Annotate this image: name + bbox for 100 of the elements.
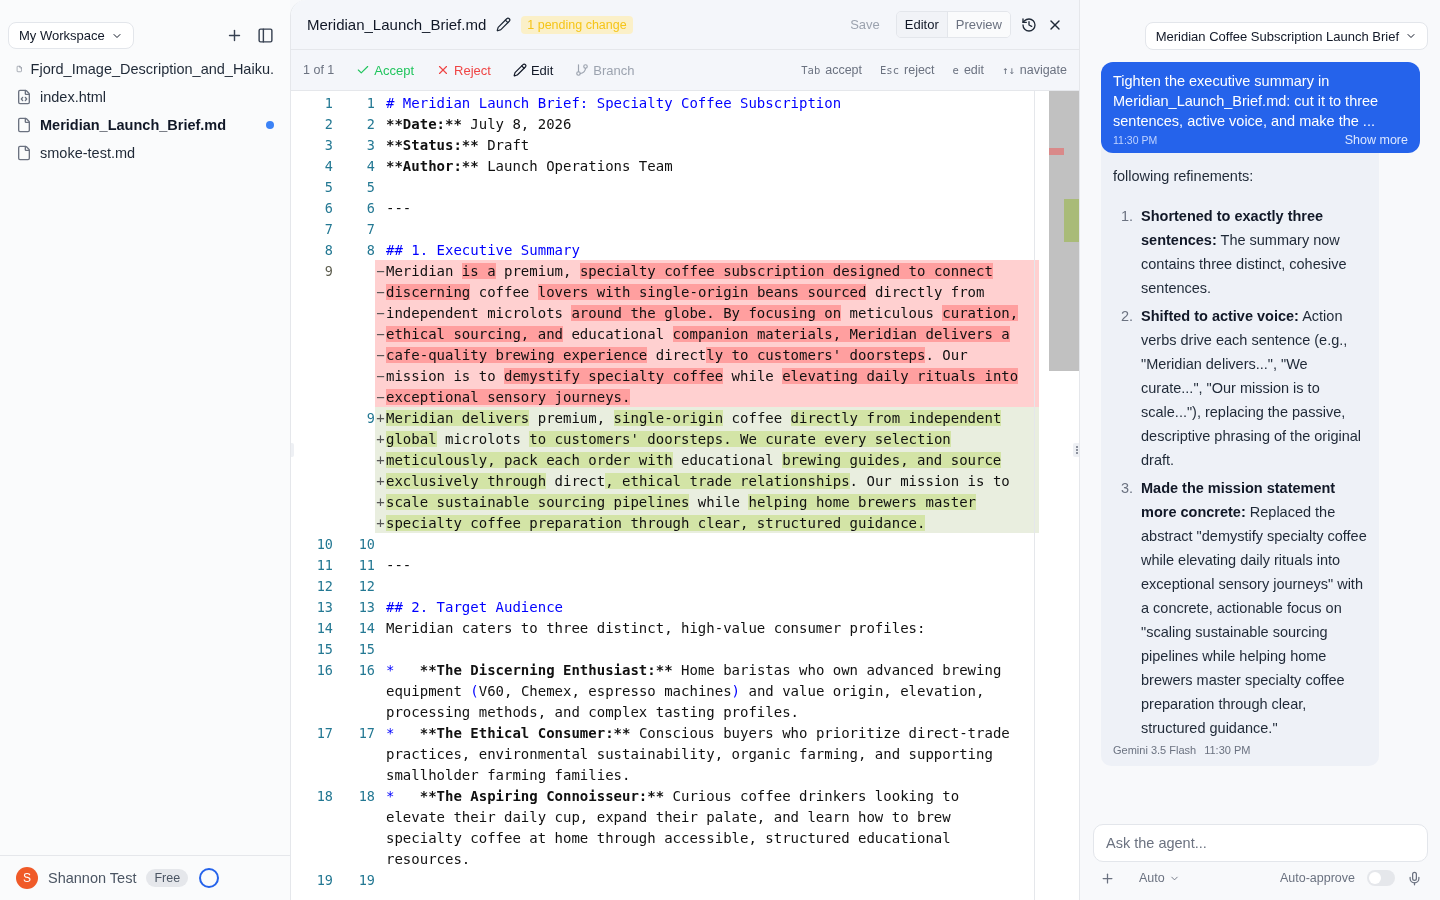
line-number: 2: [323, 115, 333, 132]
microphone-icon[interactable]: [1407, 870, 1422, 886]
code-line: **Status:** Draft: [385, 135, 531, 155]
file-item[interactable]: smoke-test.md: [0, 139, 290, 167]
message-text: following refinements:: [1113, 167, 1255, 186]
list-number: 3.: [1119, 479, 1133, 498]
pencil-icon: [512, 63, 527, 77]
line-number: 18: [357, 787, 375, 804]
code-file-icon: [16, 89, 32, 105]
model-name: Gemini 3.5 Flash: [1113, 744, 1197, 756]
conversation-dropdown[interactable]: Meridian Coffee Subscription Launch Brief: [1144, 22, 1428, 50]
code-line: # Meridian Launch Brief: Specialty Coffee Subscription: [385, 93, 843, 113]
mode-dropdown[interactable]: Auto: [1133, 870, 1186, 886]
line-number: 12: [315, 577, 333, 594]
code-line: **Author:** Launch Operations Team: [385, 156, 674, 176]
line-number: 10: [357, 535, 375, 552]
line-number: 18: [315, 787, 333, 804]
code-line: * **The Aspiring Connoisseur:** Curious coffee drinkers looking to: [385, 786, 961, 806]
edit-button[interactable]: Edit: [506, 62, 560, 78]
line-number: 1: [365, 94, 375, 111]
line-number: 15: [357, 640, 375, 657]
line-number: 5: [365, 178, 375, 195]
line-number: 19: [357, 871, 375, 888]
line-number: 6: [365, 199, 375, 216]
line-number: 4: [323, 157, 333, 174]
usage-ring-icon: [198, 867, 221, 889]
line-number: 19: [315, 871, 333, 888]
line-number: 7: [323, 220, 333, 237]
message-text: Tighten the executive summary in Meridian_Launch_Brief.md: cut it to three sentences, active voice, and make the ...: [1113, 72, 1380, 131]
line-number: 9: [365, 409, 375, 426]
line-number: 3: [365, 136, 375, 153]
line-number: 13: [315, 598, 333, 615]
line-number: 14: [357, 619, 375, 636]
list-number: 1.: [1119, 207, 1133, 226]
line-number: 16: [357, 661, 375, 678]
show-more-link[interactable]: Show more: [1344, 133, 1408, 147]
code-line: smallholder farming families.: [385, 765, 632, 785]
line-number: 16: [315, 661, 333, 678]
code-line: ---: [385, 555, 413, 575]
code-line: practices, environmental sustainability, organic farming, and supporting: [385, 744, 994, 764]
list-item-text: Shifted to active voice: Action verbs drive each sentence (e.g., "Meridian delivers...", "We curate...", "Our mission is to scale..."), replacing the passive, descriptive phrasing of the original draft.: [1141, 307, 1363, 470]
line-number: 14: [315, 619, 333, 636]
line-number: 17: [357, 724, 375, 741]
rename-pencil-icon[interactable]: [496, 17, 512, 32]
code-line: **Date:** July 8, 2026: [385, 114, 573, 134]
code-line: elevate their daily cup, expand their palate, and learn how to brew: [385, 807, 952, 827]
line-number: 10: [315, 535, 333, 552]
hint-label: reject: [904, 63, 935, 77]
line-number: 2: [365, 115, 375, 132]
line-number: 11: [315, 556, 333, 573]
list-item-text: Shortened to exactly three sentences: The summary now contains three distinct, cohesive sentences.: [1141, 207, 1348, 298]
file-item[interactable]: Fjord_Image_Description_and_Haiku.: [0, 55, 290, 83]
code-line: specialty coffee at home through accessible, structured educational: [385, 828, 952, 848]
code-line: ## 1. Executive Summary: [385, 240, 581, 260]
line-number: 4: [365, 157, 375, 174]
line-number: 13: [357, 598, 375, 615]
plan-badge: Free: [146, 869, 189, 887]
message-time: 11:30 PM: [1204, 744, 1251, 756]
file-item[interactable]: index.html: [0, 83, 290, 111]
key-hint: ↑↓: [1002, 64, 1015, 76]
hint-label: accept: [825, 63, 863, 77]
file-item[interactable]: Meridian_Launch_Brief.md: [0, 111, 290, 139]
list-item-text: Made the mission statement more concrete: Replaced the abstract "demystify specialty coffee while elevating daily rituals into exceptional sensory journeys" with a concrete, actionable focus on "scaling sustainable sourcing pipelines while helping home brewers master specialty coffee preparation through clear, structured guidance.": [1141, 479, 1368, 738]
line-number: 12: [357, 577, 375, 594]
view-tab[interactable]: Preview: [946, 12, 1010, 37]
line-number: 9: [323, 262, 333, 279]
code-line: Meridian caters to three distinct, high-value consumer profiles:: [385, 618, 927, 638]
line-number: 6: [323, 199, 333, 216]
auto-approve-toggle[interactable]: [1367, 870, 1395, 886]
attach-plus-icon[interactable]: [1100, 870, 1115, 886]
history-icon[interactable]: [1021, 16, 1037, 33]
code-line: * **The Discerning Enthusiast:** Home baristas who own advanced brewing: [385, 660, 1003, 680]
line-number: 15: [315, 640, 333, 657]
code-line: equipment (V60, Chemex, espresso machines) and value origin, elevation,: [385, 681, 986, 701]
hint-label: edit: [963, 63, 985, 77]
change-counter: 1 of 1: [303, 63, 335, 77]
avatar: S: [16, 867, 38, 889]
file-icon: [16, 117, 32, 133]
check-icon: [356, 63, 371, 77]
scrollbar-thumb[interactable]: [1049, 91, 1079, 371]
list-number: 2.: [1119, 307, 1133, 326]
line-number: 8: [365, 241, 375, 258]
workspace-dropdown[interactable]: My Workspace: [8, 22, 134, 49]
key-hint: e: [952, 64, 959, 76]
message-input[interactable]: Ask the agent...: [1093, 824, 1428, 862]
add-icon[interactable]: [226, 27, 243, 44]
branch-icon: [575, 63, 590, 77]
user-name: Shannon Test: [48, 870, 137, 886]
file-title: Meridian_Launch_Brief.md: [307, 16, 487, 33]
hint-label: navigate: [1019, 63, 1067, 77]
auto-approve-label: Auto-approve: [1279, 871, 1355, 885]
code-line: processing methods, and complex tasting profiles.: [385, 702, 800, 722]
reject-button[interactable]: Reject: [430, 62, 497, 78]
code-line: resources.: [385, 849, 472, 869]
key-hint: Esc: [880, 64, 899, 76]
sidebar-toggle-icon[interactable]: [257, 27, 274, 44]
line-number: 1: [323, 94, 333, 111]
code-line: ---: [385, 198, 413, 218]
code-line: ## 2. Target Audience: [385, 597, 564, 617]
file-icon: [16, 145, 32, 161]
